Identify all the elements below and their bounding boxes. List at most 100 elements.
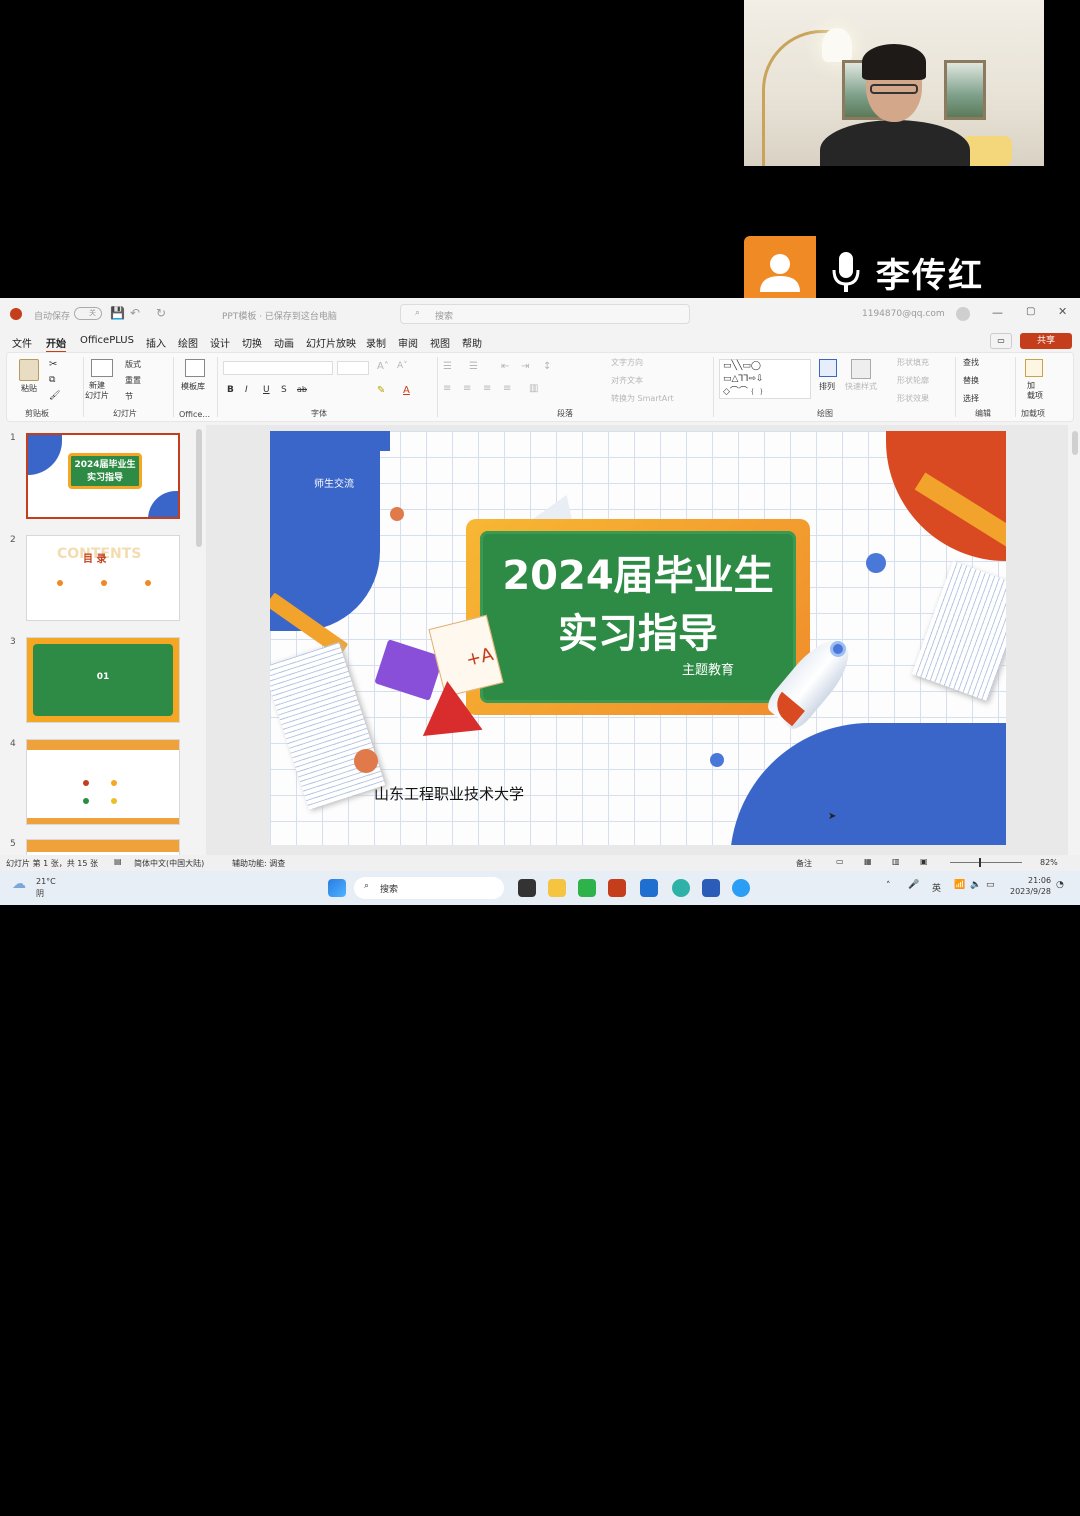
normal-view-icon[interactable]: ▭: [836, 857, 844, 866]
app-icon[interactable]: [672, 879, 690, 897]
reading-view-icon[interactable]: ▥: [892, 857, 900, 866]
slide-thumbnail-3[interactable]: 01: [26, 637, 180, 723]
wifi-icon[interactable]: 📶: [954, 880, 965, 890]
tab-design[interactable]: 设计: [210, 335, 230, 350]
save-icon[interactable]: 💾: [110, 306, 125, 320]
tab-insert[interactable]: 插入: [146, 335, 166, 350]
new-slide-button[interactable]: 新建 幻灯片: [85, 381, 109, 401]
quick-styles-button[interactable]: 快速样式: [845, 381, 877, 392]
template-library-icon[interactable]: [185, 359, 205, 377]
template-library-button[interactable]: 模板库: [181, 381, 205, 392]
align-text-button[interactable]: 对齐文本: [611, 375, 643, 386]
italic-icon[interactable]: I: [245, 385, 248, 395]
font-color-icon[interactable]: A: [403, 385, 410, 396]
increase-indent-icon[interactable]: ⇥: [521, 361, 529, 372]
tab-view[interactable]: 视图: [430, 335, 450, 350]
meeting-app-icon[interactable]: [640, 879, 658, 897]
file-explorer-icon[interactable]: [548, 879, 566, 897]
language-indicator[interactable]: 简体中文(中国大陆): [134, 858, 204, 869]
shape-effects-button[interactable]: 形状效果: [897, 393, 929, 404]
tab-draw[interactable]: 绘图: [178, 335, 198, 350]
wechat-icon[interactable]: [578, 879, 596, 897]
word-icon[interactable]: [702, 879, 720, 897]
numbering-icon[interactable]: ☰: [469, 361, 478, 372]
text-direction-button[interactable]: 文字方向: [611, 357, 643, 368]
slide-thumbnail-5[interactable]: [26, 839, 180, 855]
maximize-icon[interactable]: ▢: [1026, 306, 1035, 317]
windows-start-icon[interactable]: [328, 879, 346, 897]
tab-transitions[interactable]: 切换: [242, 335, 262, 350]
speaker-icon[interactable]: 🔈: [970, 880, 981, 890]
current-slide[interactable]: 师生交流 2024届毕业生 实习指导 主题教育 +A 山东工程职业技术大学 ➤: [270, 431, 1006, 845]
addins-button[interactable]: 加 载项: [1027, 381, 1043, 401]
spellcheck-icon[interactable]: ▤: [114, 857, 122, 866]
accessibility-status[interactable]: 辅助功能: 调查: [232, 858, 285, 869]
justify-icon[interactable]: ≡: [503, 383, 511, 394]
edge-icon[interactable]: [732, 879, 750, 897]
smartart-button[interactable]: 转换为 SmartArt: [611, 393, 674, 404]
document-title[interactable]: PPT模板 · 已保存到这台电脑: [222, 309, 337, 322]
slide-thumbnail-1[interactable]: 2024届毕业生 实习指导: [26, 433, 180, 519]
redo-icon[interactable]: ↻: [156, 306, 166, 320]
shrink-font-icon[interactable]: A˅: [397, 361, 408, 371]
select-button[interactable]: 选择: [963, 393, 979, 404]
tab-home[interactable]: 开始: [46, 335, 66, 353]
task-view-icon[interactable]: [518, 879, 536, 897]
strikethrough-icon[interactable]: ab: [297, 385, 307, 394]
align-center-icon[interactable]: ≡: [463, 383, 471, 394]
format-painter-icon[interactable]: 🖌: [49, 391, 60, 401]
columns-icon[interactable]: ▥: [529, 383, 538, 394]
tab-officeplus[interactable]: OfficePLUS: [80, 335, 134, 346]
find-button[interactable]: 查找: [963, 357, 979, 368]
replace-button[interactable]: 替换: [963, 375, 979, 386]
notification-icon[interactable]: ◔: [1056, 880, 1064, 890]
microphone-icon[interactable]: 🎤: [908, 880, 919, 890]
highlight-icon[interactable]: ✎: [377, 385, 385, 396]
decrease-indent-icon[interactable]: ⇤: [501, 361, 509, 372]
addins-icon[interactable]: [1025, 359, 1043, 377]
taskbar-search[interactable]: ⌕ 搜索: [354, 877, 504, 899]
slide-thumbnail-2[interactable]: CONTENTS 目 录: [26, 535, 180, 621]
weather-temp[interactable]: 21°C: [36, 877, 56, 886]
slideshow-view-icon[interactable]: ▣: [920, 857, 928, 866]
section-button[interactable]: 节: [125, 391, 133, 402]
undo-icon[interactable]: ↶: [130, 306, 140, 320]
font-size-input[interactable]: [337, 361, 369, 375]
minimize-icon[interactable]: —: [992, 306, 1003, 319]
shape-outline-button[interactable]: 形状轮廓: [897, 375, 929, 386]
cut-icon[interactable]: ✂: [49, 359, 57, 370]
chevron-up-icon[interactable]: ˄: [886, 881, 891, 891]
account-avatar[interactable]: [956, 307, 970, 321]
layout-button[interactable]: 版式: [125, 359, 141, 370]
paste-icon[interactable]: [19, 359, 39, 381]
notes-button[interactable]: 备注: [796, 858, 812, 869]
clock-time[interactable]: 21:06: [1028, 876, 1051, 885]
shape-fill-button[interactable]: 形状填充: [897, 357, 929, 368]
zoom-slider[interactable]: [950, 862, 1022, 863]
autosave-toggle[interactable]: 关: [74, 307, 102, 320]
paste-label[interactable]: 粘贴: [21, 383, 37, 394]
search-box[interactable]: ⌕ 搜索: [400, 304, 690, 324]
tab-animations[interactable]: 动画: [274, 335, 294, 350]
thumbnails-scrollbar[interactable]: [196, 429, 202, 547]
slide-thumbnail-4[interactable]: [26, 739, 180, 825]
line-spacing-icon[interactable]: ↕: [543, 361, 551, 372]
bullets-icon[interactable]: ☰: [443, 361, 452, 372]
new-slide-icon[interactable]: [91, 359, 113, 377]
bold-icon[interactable]: B: [227, 385, 234, 395]
align-left-icon[interactable]: ≡: [443, 383, 451, 394]
grow-font-icon[interactable]: A˄: [377, 361, 389, 372]
arrange-icon[interactable]: [819, 359, 837, 377]
tab-record[interactable]: 录制: [366, 335, 386, 350]
battery-icon[interactable]: ▭: [986, 880, 995, 890]
comments-icon[interactable]: ▭: [990, 333, 1012, 349]
font-name-input[interactable]: [223, 361, 333, 375]
clock-date[interactable]: 2023/9/28: [1010, 887, 1051, 896]
ime-indicator[interactable]: 英: [932, 881, 941, 894]
tab-help[interactable]: 帮助: [462, 335, 482, 350]
shadow-icon[interactable]: S: [281, 385, 287, 395]
powerpoint-icon[interactable]: [608, 879, 626, 897]
account-email[interactable]: 1194870@qq.com: [862, 309, 945, 319]
zoom-slider-thumb[interactable]: [979, 858, 981, 867]
tab-slideshow[interactable]: 幻灯片放映: [306, 335, 356, 350]
